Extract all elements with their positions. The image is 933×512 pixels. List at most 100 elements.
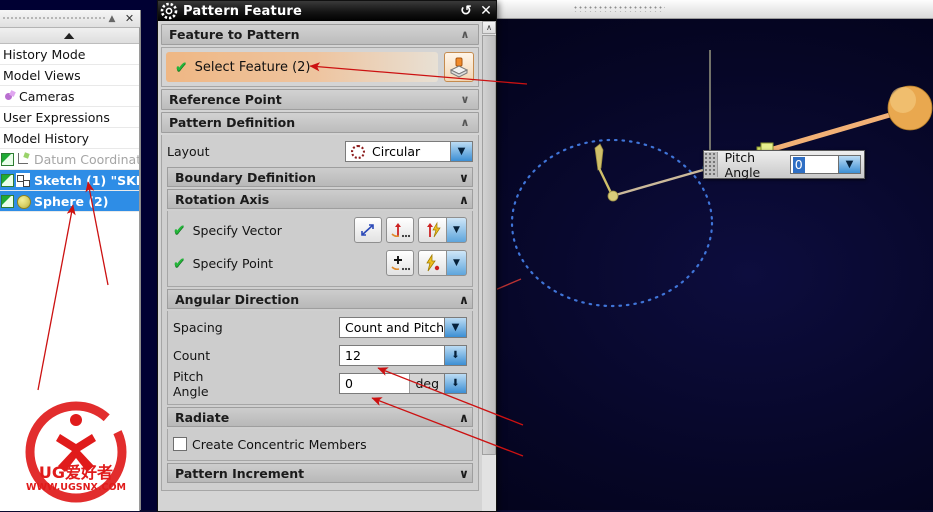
count-value: 12 bbox=[345, 348, 361, 363]
reset-icon[interactable]: ↺ bbox=[456, 2, 476, 21]
sphere-icon bbox=[16, 194, 31, 209]
group-rotation-axis[interactable]: Rotation Axis ∧ bbox=[167, 189, 473, 209]
graphics-canvas[interactable] bbox=[495, 18, 933, 510]
panel-title-handle[interactable]: ▲ ✕ bbox=[0, 10, 140, 27]
spacing-label: Spacing bbox=[173, 320, 223, 335]
chevron-up-icon[interactable]: ∧ bbox=[455, 116, 475, 129]
chevron-down-icon[interactable]: ∨ bbox=[459, 170, 469, 185]
select-feature-label: Select Feature (2) bbox=[194, 59, 311, 75]
pattern-feature-dialog[interactable]: Pattern Feature ↺ ✕ ∧ Feature to Pattern… bbox=[157, 0, 497, 512]
pitch-angle-popup-value: 0 bbox=[792, 156, 805, 173]
chevron-up-icon[interactable]: ∧ bbox=[455, 28, 475, 41]
chevron-up-icon[interactable]: ∧ bbox=[459, 292, 469, 307]
group-angular-direction[interactable]: Angular Direction ∧ bbox=[167, 289, 473, 309]
pitch-angle-stepper-icon[interactable]: ⬇ bbox=[444, 374, 466, 393]
radiate-body: Create Concentric Members bbox=[167, 429, 473, 461]
count-input[interactable]: 12 ⬇ bbox=[339, 345, 467, 366]
tree-item-label: History Mode bbox=[3, 46, 86, 62]
group-reference-point-label: Reference Point bbox=[169, 92, 282, 107]
inner-arm bbox=[611, 166, 711, 198]
chevron-down-icon[interactable]: ▼ bbox=[444, 318, 466, 337]
group-pattern-definition[interactable]: Pattern Definition ∧ bbox=[161, 112, 479, 133]
layout-label: Layout bbox=[167, 144, 210, 159]
point-constructor-icon[interactable] bbox=[386, 250, 414, 276]
group-rotation-axis-label: Rotation Axis bbox=[175, 191, 270, 207]
point-inferred-split-button[interactable]: ▼ bbox=[418, 250, 467, 276]
pitch-angle-input[interactable]: 0 deg ⬇ bbox=[339, 373, 467, 394]
chevron-down-icon[interactable]: ∨ bbox=[455, 93, 475, 106]
tree-item[interactable]: Sphere (2) bbox=[0, 191, 139, 212]
group-radiate[interactable]: Radiate ∧ bbox=[167, 407, 473, 427]
pitch-angle-value: 0 bbox=[345, 376, 353, 391]
select-feature-button[interactable]: ✔ Select Feature (2) bbox=[166, 52, 438, 82]
group-feature-to-pattern[interactable]: Feature to Pattern ∧ bbox=[161, 24, 479, 45]
create-concentric-members-row[interactable]: Create Concentric Members bbox=[173, 433, 467, 455]
pitch-angle-popup[interactable]: Pitch Angle 0 ▼ bbox=[703, 149, 865, 180]
vector-inferred-icon[interactable] bbox=[418, 217, 446, 243]
tree-item[interactable]: History Mode bbox=[0, 44, 139, 65]
top-toolbar-strip[interactable] bbox=[495, 0, 933, 19]
close-icon[interactable]: ✕ bbox=[476, 2, 496, 21]
dialog-scrollbar[interactable]: ∧ bbox=[481, 21, 496, 511]
chevron-down-icon[interactable]: ▼ bbox=[446, 217, 467, 243]
select-feature-icon[interactable] bbox=[444, 52, 474, 82]
tree-item-label: Sketch (1) "SKETCH bbox=[34, 172, 139, 188]
datum-x-axis bbox=[495, 278, 522, 291]
group-pattern-definition-label: Pattern Definition bbox=[169, 115, 296, 130]
pitch-angle-popup-input[interactable]: 0 ▼ bbox=[789, 155, 861, 174]
group-pattern-increment[interactable]: Pattern Increment ∨ bbox=[167, 463, 473, 483]
create-concentric-members-checkbox[interactable] bbox=[173, 437, 187, 451]
toolbar-drag-handle[interactable] bbox=[573, 5, 665, 12]
origin-point[interactable] bbox=[607, 190, 619, 202]
chevron-down-icon[interactable]: ▼ bbox=[450, 142, 472, 161]
count-stepper-icon[interactable]: ⬇ bbox=[444, 346, 466, 365]
panel-pin-icon[interactable]: ▲ bbox=[106, 13, 118, 25]
scrollbar-up-button[interactable]: ∧ bbox=[482, 21, 496, 34]
pitch-angle-label: Pitch Angle bbox=[173, 368, 209, 399]
scene-svg bbox=[495, 50, 933, 308]
vector-constructor-icon[interactable] bbox=[386, 217, 414, 243]
pitch-angle-popup-dropdown-icon[interactable]: ▼ bbox=[838, 156, 860, 173]
part-navigator-tree[interactable]: ▲ History Mode Model Views Cameras User Exp… bbox=[0, 27, 140, 511]
tree-item[interactable]: Model History bbox=[0, 128, 139, 149]
tree-item-checkbox[interactable] bbox=[1, 173, 14, 187]
tree-item-label: Model Views bbox=[3, 67, 81, 83]
tree-item[interactable]: Datum Coordinate bbox=[0, 149, 139, 170]
chevron-down-icon[interactable]: ▼ bbox=[446, 250, 467, 276]
group-radiate-label: Radiate bbox=[175, 409, 230, 425]
pitch-angle-popup-label: Pitch Angle bbox=[724, 149, 761, 180]
tree-item[interactable]: Sketch (1) "SKETCH bbox=[0, 170, 139, 191]
reverse-direction-icon[interactable] bbox=[354, 217, 382, 243]
gear-icon bbox=[160, 2, 178, 20]
panel-close-icon[interactable]: ✕ bbox=[123, 12, 136, 25]
vector-inferred-split-button[interactable]: ▼ bbox=[418, 217, 467, 243]
chevron-up-icon[interactable]: ∧ bbox=[459, 410, 469, 425]
group-boundary-definition[interactable]: Boundary Definition ∨ bbox=[167, 167, 473, 187]
dialog-body: Feature to Pattern ∧ ✔ Select Feature (2… bbox=[158, 21, 482, 511]
chevron-up-icon[interactable]: ∧ bbox=[459, 192, 469, 207]
spacing-row: Spacing Count and Pitch ▼ bbox=[173, 315, 467, 340]
layout-select[interactable]: Circular ▼ bbox=[345, 141, 473, 162]
tree-item[interactable]: Cameras bbox=[0, 86, 139, 107]
tree-item-label: Sphere (2) bbox=[34, 193, 109, 209]
tree-item-checkbox[interactable] bbox=[1, 194, 14, 208]
tree-item[interactable]: Model Views bbox=[0, 65, 139, 86]
popup-drag-grip[interactable] bbox=[704, 152, 718, 177]
tree-item-checkbox[interactable] bbox=[1, 152, 14, 166]
dialog-title-bar[interactable]: Pattern Feature ↺ ✕ bbox=[158, 1, 496, 22]
spacing-select[interactable]: Count and Pitch ▼ bbox=[339, 317, 467, 338]
panel-drag-dots[interactable] bbox=[2, 16, 106, 21]
resource-bar-panel: ▲ ✕ ▲ History Mode Model Views Cameras User… bbox=[0, 10, 141, 511]
specify-vector-label: Specify Vector bbox=[192, 222, 282, 238]
sketch-icon bbox=[16, 173, 30, 187]
group-reference-point[interactable]: Reference Point ∨ bbox=[161, 89, 479, 110]
scrollbar-thumb[interactable] bbox=[482, 35, 496, 455]
point-inferred-icon[interactable] bbox=[418, 250, 446, 276]
tree-item[interactable]: User Expressions bbox=[0, 107, 139, 128]
tree-collapse-bar[interactable]: ▲ bbox=[0, 28, 139, 44]
chevron-down-icon[interactable]: ∨ bbox=[459, 466, 469, 481]
count-label: Count bbox=[173, 348, 211, 363]
select-feature-container: ✔ Select Feature (2) bbox=[161, 47, 479, 87]
group-feature-to-pattern-label: Feature to Pattern bbox=[169, 27, 300, 42]
count-row: Count 12 ⬇ bbox=[173, 343, 467, 368]
